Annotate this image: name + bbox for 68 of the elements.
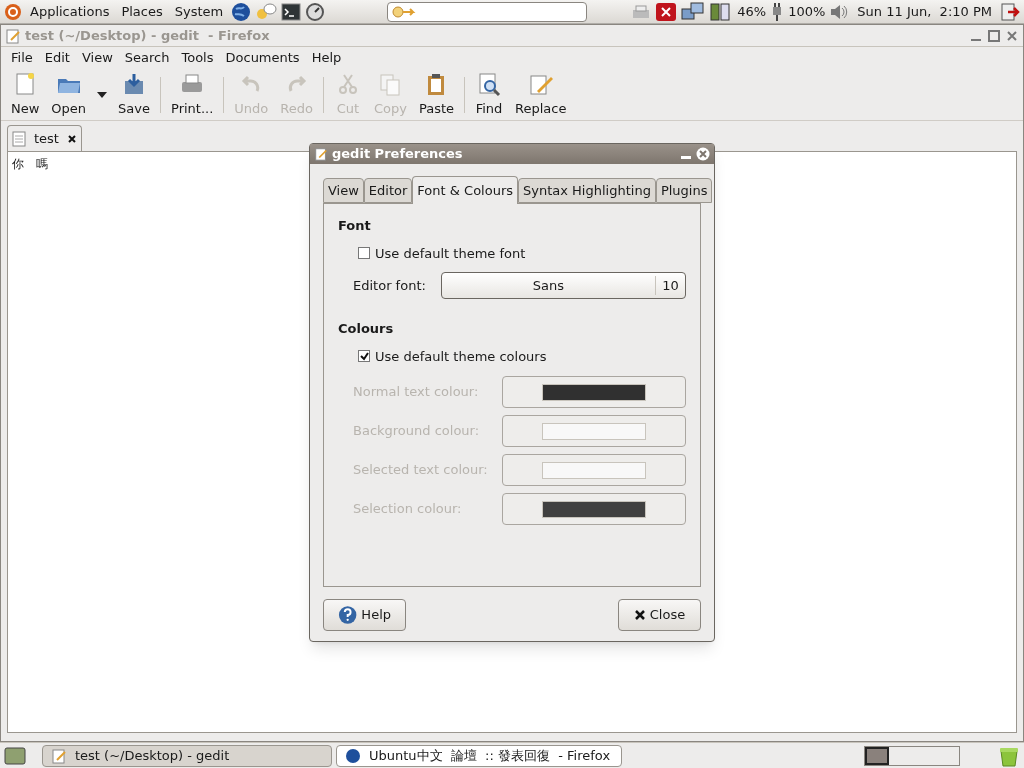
power-percent: 100% (788, 2, 826, 21)
field-label: Editor font: (353, 276, 427, 295)
battery-percent: 46% (737, 2, 767, 21)
close-icon (633, 609, 646, 621)
menu-item[interactable]: View (75, 48, 119, 68)
search-icon (392, 4, 417, 19)
section-heading: Colours (338, 320, 395, 338)
checkbox[interactable] (358, 350, 370, 363)
field-label: Background colour: (353, 422, 481, 441)
font-family: Sans (531, 276, 565, 295)
panel-menu[interactable]: System (170, 1, 228, 22)
menu-item[interactable]: Tools (175, 48, 220, 68)
dialog-tab[interactable]: View (323, 178, 364, 203)
network-icon[interactable] (681, 0, 706, 23)
notepad-icon (5, 27, 21, 44)
help-icon (338, 605, 358, 625)
document-icon (12, 130, 26, 147)
dialog-tab[interactable]: Editor (363, 178, 413, 203)
menu-item[interactable]: Documents (219, 48, 306, 68)
paste-button[interactable]: Paste (412, 70, 461, 119)
panel-menu[interactable]: Applications (26, 1, 114, 22)
replace-button[interactable]: Replace (509, 70, 573, 119)
search-field[interactable] (387, 1, 588, 22)
globe-icon[interactable] (231, 1, 252, 22)
globe-icon (345, 747, 361, 764)
taskbar-button[interactable]: test (~/Desktop) - gedit (42, 744, 332, 767)
close-icon[interactable] (66, 133, 77, 144)
menu-item[interactable]: File (5, 48, 39, 68)
window-title: test (~/Desktop) - gedit - Firefox (25, 26, 270, 45)
logout-icon[interactable] (1000, 1, 1020, 22)
field-label: Normal text colour: (353, 383, 480, 402)
dialog-tab[interactable]: Plugins (655, 178, 713, 203)
field-label: Selection colour: (353, 500, 463, 519)
print-button[interactable]: Print... (165, 70, 220, 119)
new-button[interactable]: New (5, 70, 46, 119)
theme-font-checkbox[interactable]: Use default theme font (358, 243, 686, 263)
open-button[interactable]: Open (45, 70, 93, 119)
theme-colours-checkbox[interactable]: Use default theme colours (358, 346, 686, 366)
panel-menu[interactable]: Places (117, 1, 167, 22)
notepad-icon (51, 747, 67, 764)
terminal-icon[interactable] (281, 1, 302, 22)
maximize-icon[interactable] (987, 28, 1001, 43)
tab-label: test (34, 129, 59, 148)
clock-text[interactable]: Sun 11 Jun, 2:10 PM (853, 1, 996, 22)
help-button[interactable]: Help (323, 599, 406, 631)
ubuntu-logo-icon[interactable] (4, 2, 22, 21)
section-heading: Font (338, 217, 372, 235)
notepad-icon (314, 147, 328, 161)
taskbar-button[interactable]: Ubuntu中文 論壇 :: 發表回復 - Firefox (336, 744, 622, 767)
clock-icon[interactable] (305, 1, 326, 22)
font-picker-button[interactable]: Sans 10 (440, 272, 686, 299)
field-label: Selected text colour: (353, 461, 489, 480)
close-button[interactable]: Close (618, 599, 701, 631)
menu-item[interactable]: Help (305, 48, 348, 68)
document-tab[interactable]: test (7, 125, 82, 151)
menu-item[interactable]: Search (118, 48, 176, 68)
check-icon (359, 351, 369, 361)
menu-item[interactable]: Edit (38, 48, 76, 68)
dialog-tab[interactable]: Font & Colours (412, 176, 518, 204)
find-button[interactable]: Find (469, 70, 510, 119)
save-button[interactable]: Save (112, 70, 156, 119)
editor-text: 你 嗎 (12, 157, 48, 171)
dialog-tab[interactable]: Syntax Highlighting (518, 178, 656, 203)
font-size: 10 (655, 275, 685, 296)
dropdown-caret-icon[interactable] (96, 90, 109, 99)
show-desktop-icon[interactable] (4, 745, 26, 766)
checkbox[interactable] (358, 247, 370, 260)
workspace-switcher[interactable] (864, 745, 960, 766)
